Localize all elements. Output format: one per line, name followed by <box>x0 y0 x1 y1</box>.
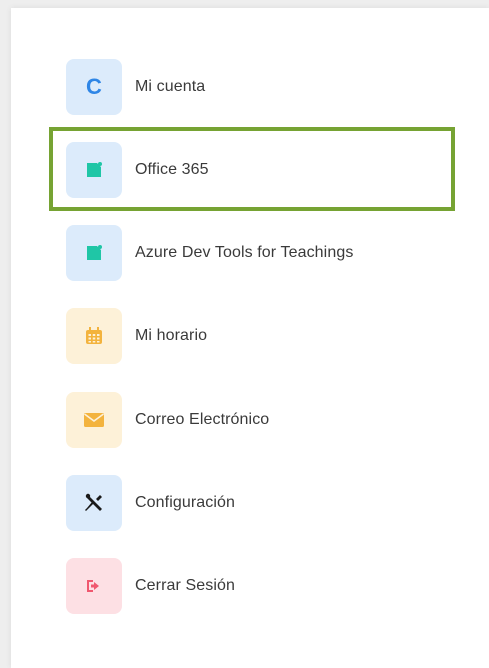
cerrar-sesion-tile <box>66 558 122 614</box>
azure-dev-tools-tile <box>66 225 122 281</box>
envelope-icon <box>84 413 104 427</box>
correo-electronico-tile <box>66 392 122 448</box>
calendar-icon <box>86 327 102 344</box>
menu-item-configuracion[interactable]: Configuración <box>66 475 446 531</box>
menu-item-label: Cerrar Sesión <box>135 577 236 594</box>
menu-item-label: Mi horario <box>135 327 208 344</box>
tools-icon <box>85 493 102 511</box>
menu-item-mi-horario[interactable]: Mi horario <box>66 308 446 364</box>
menu-item-cerrar-sesion[interactable]: Cerrar Sesión <box>66 558 446 614</box>
mi-horario-tile <box>66 308 122 364</box>
document-icon <box>87 245 102 260</box>
menu-item-office-365[interactable]: Office 365 <box>66 142 446 198</box>
menu-item-label: Configuración <box>135 494 236 511</box>
menu-item-label: Mi cuenta <box>135 78 206 95</box>
menu-item-label: Correo Electrónico <box>135 411 270 428</box>
mi-cuenta-tile: C <box>66 59 122 115</box>
office-365-tile <box>66 142 122 198</box>
menu-item-label: Azure Dev Tools for Teachings <box>135 244 354 261</box>
menu-item-azure-dev-tools[interactable]: Azure Dev Tools for Teachings <box>66 225 446 281</box>
configuracion-tile <box>66 475 122 531</box>
menu-item-label: Office 365 <box>135 161 209 178</box>
menu-item-correo-electronico[interactable]: Correo Electrónico <box>66 392 446 448</box>
menu-item-mi-cuenta[interactable]: C Mi cuenta <box>66 59 446 115</box>
logout-icon <box>87 580 99 592</box>
letter-c-icon: C <box>86 74 102 99</box>
side-menu-panel: C Mi cuenta Office 365 Azure Dev Tools f… <box>11 8 489 668</box>
document-icon <box>87 162 102 177</box>
